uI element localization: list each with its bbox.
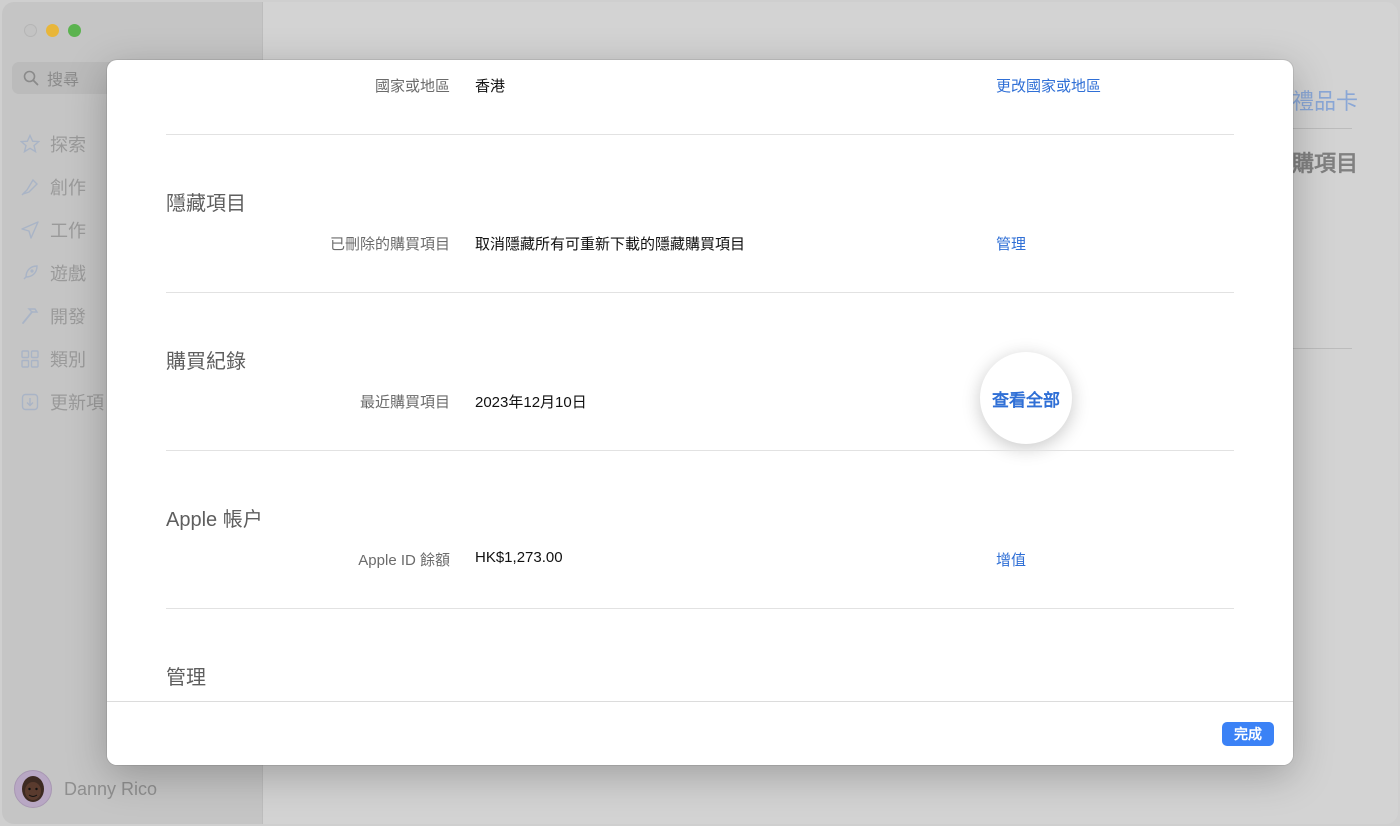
- hidden-items-heading: 隱藏項目: [166, 193, 246, 215]
- recent-purchase-value: 2023年12月10日: [475, 394, 587, 411]
- star-icon: [20, 133, 40, 153]
- sidebar-item-label: 創作: [50, 177, 86, 198]
- maximize-window-button[interactable]: [68, 24, 81, 37]
- sidebar-item-work[interactable]: 工作: [20, 208, 104, 251]
- divider: [166, 134, 1234, 135]
- memoji-icon: [22, 776, 44, 802]
- purchased-heading: 購項目: [1292, 151, 1359, 176]
- see-all-link[interactable]: 查看全部: [992, 386, 1060, 411]
- divider: [166, 608, 1234, 609]
- sidebar-item-categories[interactable]: 類別: [20, 337, 104, 380]
- download-icon: [21, 393, 39, 410]
- brush-icon: [21, 178, 38, 195]
- user-name: Danny Rico: [64, 778, 158, 799]
- hammer-icon: [22, 307, 39, 324]
- divider: [166, 292, 1234, 293]
- balance-value: HK$1,273.00: [475, 549, 563, 566]
- change-country-link[interactable]: 更改國家或地區: [996, 75, 1101, 96]
- sidebar-item-develop[interactable]: 開發: [20, 294, 104, 337]
- divider: [166, 450, 1234, 451]
- background-content: 禮品卡 購項目: [1292, 2, 1398, 824]
- search-icon: [23, 70, 39, 86]
- close-window-button[interactable]: [24, 24, 37, 37]
- balance-label: Apple ID 餘額: [358, 552, 450, 569]
- account-settings-sheet: 國家或地區 香港 更改國家或地區 隱藏項目 已刪除的購買項目 取消隱藏所有可重新…: [107, 60, 1293, 765]
- rocket-icon: [23, 264, 38, 279]
- sidebar-nav: 探索 創作 工作 遊戲 開發 類別 更新項: [20, 122, 104, 423]
- country-value: 香港: [475, 78, 506, 95]
- search-placeholder: 搜尋: [47, 72, 80, 89]
- divider: [1292, 348, 1352, 349]
- sidebar-item-label: 類別: [50, 349, 86, 370]
- manage-heading: 管理: [166, 667, 206, 689]
- see-all-highlight[interactable]: 查看全部: [980, 352, 1072, 444]
- add-funds-link[interactable]: 增值: [996, 549, 1026, 570]
- minimize-window-button[interactable]: [46, 24, 59, 37]
- sheet-footer: 完成: [107, 701, 1293, 765]
- account-button[interactable]: Danny Rico: [14, 770, 157, 808]
- sidebar-item-discover[interactable]: 探索: [20, 122, 104, 165]
- divider: [1292, 128, 1352, 129]
- recent-purchase-label: 最近購買項目: [359, 394, 450, 411]
- sidebar-item-label: 遊戲: [50, 263, 86, 284]
- manage-hidden-link[interactable]: 管理: [996, 233, 1026, 254]
- grid-icon: [21, 349, 39, 368]
- deleted-purchases-label: 已刪除的購買項目: [329, 236, 450, 253]
- deleted-purchases-value: 取消隱藏所有可重新下載的隱藏購買項目: [475, 236, 746, 253]
- sidebar-item-label: 探索: [50, 134, 86, 155]
- sidebar-item-label: 開發: [50, 306, 86, 327]
- paperplane-icon: [21, 220, 39, 239]
- sidebar-item-label: 工作: [50, 220, 86, 241]
- purchase-history-heading: 購買紀錄: [166, 351, 246, 373]
- apple-account-heading: Apple 帳户: [166, 509, 263, 531]
- country-label: 國家或地區: [374, 78, 450, 95]
- avatar: [14, 770, 52, 808]
- sidebar-item-games[interactable]: 遊戲: [20, 251, 104, 294]
- sidebar-item-label: 更新項: [50, 392, 104, 413]
- window-controls: [24, 24, 81, 37]
- done-button[interactable]: 完成: [1222, 722, 1274, 746]
- gift-card-link[interactable]: 禮品卡: [1292, 84, 1358, 116]
- sidebar-item-create[interactable]: 創作: [20, 165, 104, 208]
- sidebar-item-updates[interactable]: 更新項: [20, 380, 104, 423]
